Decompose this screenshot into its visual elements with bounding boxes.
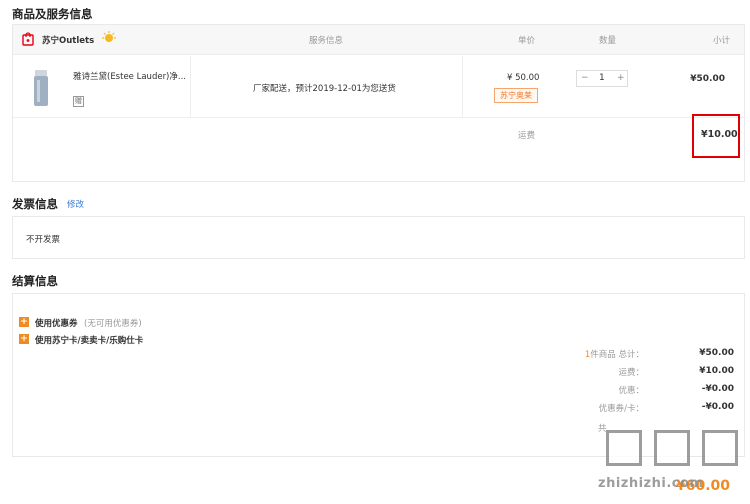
store-name[interactable]: 苏宁Outlets — [42, 34, 94, 46]
expand-plus-icon[interactable]: + — [19, 317, 29, 327]
minus-button[interactable]: − — [581, 73, 589, 83]
outlet-badge: 苏宁奥莱 — [494, 88, 538, 103]
gift-tag: 赠 — [73, 96, 84, 107]
column-divider — [190, 56, 191, 118]
summary-shipping: ¥10.00 — [699, 366, 734, 376]
plus-button[interactable]: + — [617, 73, 625, 83]
column-price: 单价 — [518, 36, 536, 46]
unit-price: ¥ 50.00 — [507, 73, 540, 83]
shipping-fee: ¥10.00 — [701, 129, 738, 140]
invoice-status: 不开发票 — [26, 235, 61, 245]
expand-plus-icon[interactable]: + — [19, 334, 29, 344]
invoice-panel — [12, 216, 745, 259]
delivery-info: 厂家配送，预计2019-12-01为您送货 — [253, 84, 396, 94]
summary-discount: -¥0.00 — [701, 384, 734, 394]
column-qty: 数量 — [599, 36, 617, 46]
column-divider — [462, 56, 463, 118]
invoice-section-title: 发票信息 — [12, 197, 58, 211]
shipping-fee-highlight: ¥10.00 — [692, 114, 740, 158]
watermark-text: zhizhizhi.com — [598, 476, 704, 491]
goods-section-title: 商品及服务信息 — [12, 7, 93, 21]
item-subtotal: ¥50.00 — [690, 74, 725, 84]
invoice-edit-link[interactable]: 修改 — [67, 198, 84, 210]
store-bag-icon — [22, 32, 34, 46]
quantity-stepper[interactable]: − 1 + — [576, 70, 628, 87]
quantity-value: 1 — [599, 73, 605, 83]
coupon-option[interactable]: 使用优惠券 — [35, 317, 78, 329]
column-service: 服务信息 — [309, 36, 344, 46]
column-subtotal: 小计 — [713, 36, 731, 46]
goods-table-header: 苏宁Outlets 服务信息 单价 数量 小计 — [13, 25, 744, 55]
summary-coupon-card-label: 优惠券/卡： — [598, 404, 644, 414]
goods-total-label: 1件商品 总计： — [584, 350, 644, 360]
shipping-label: 运费 — [518, 131, 536, 141]
summary-coupon-card: -¥0.00 — [701, 402, 734, 412]
goods-total: ¥50.00 — [699, 348, 734, 358]
summary-shipping-label: 运费： — [618, 368, 644, 378]
card-option[interactable]: 使用苏宁卡/卖卖卡/乐购仕卡 — [35, 334, 143, 346]
product-thumbnail[interactable] — [33, 70, 49, 106]
sun-badge-icon — [102, 31, 116, 42]
goods-row: 雅诗兰黛(Estee Lauder)净... 赠 厂家配送，预计2019-12-… — [13, 56, 744, 118]
watermark-logo — [598, 430, 748, 470]
coupon-note: (无可用优惠券) — [84, 319, 142, 329]
summary-discount-label: 优惠： — [618, 386, 644, 396]
settlement-section-title: 结算信息 — [12, 274, 58, 288]
product-name-link[interactable]: 雅诗兰黛(Estee Lauder)净... — [73, 70, 191, 82]
